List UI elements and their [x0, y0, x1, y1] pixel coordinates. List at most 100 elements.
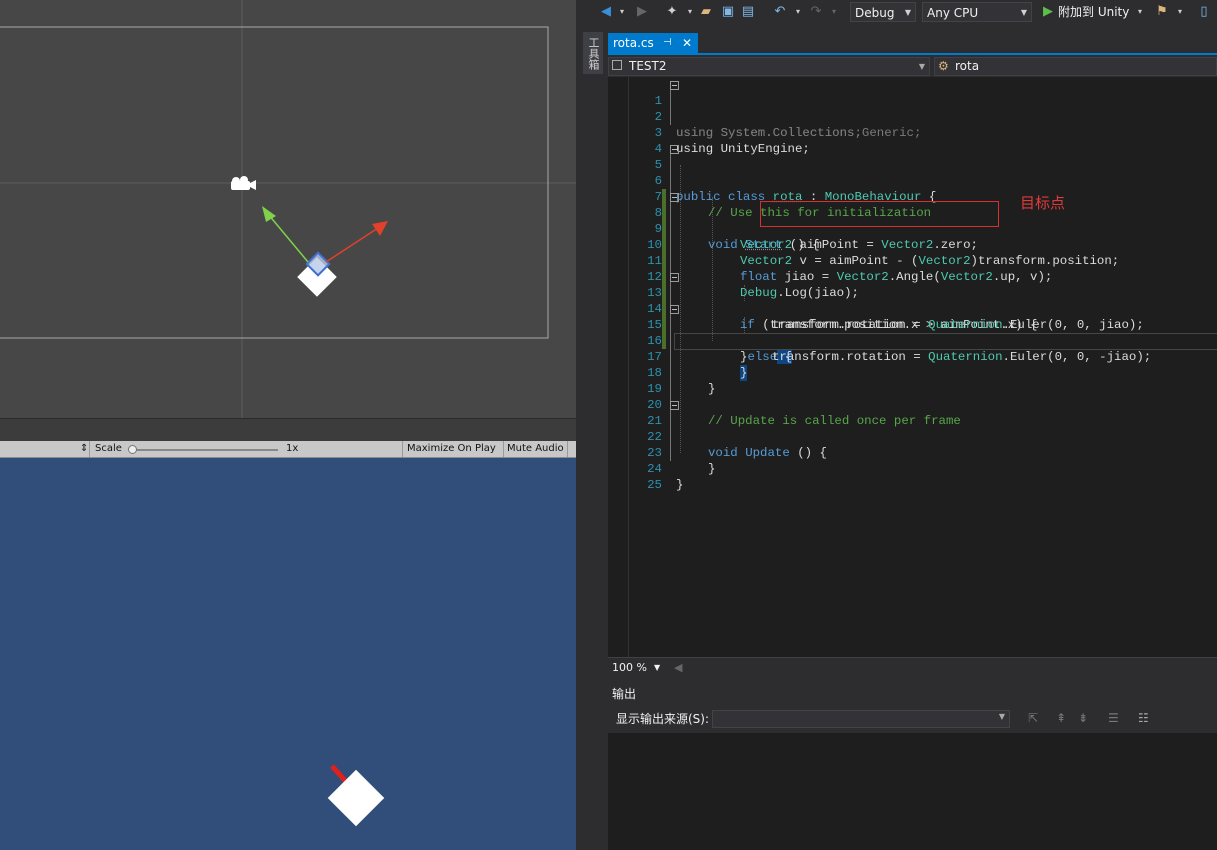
back-dropdown-icon[interactable]: ▾ [614, 4, 630, 20]
code-line: 3 using UnityEngine; [608, 109, 810, 156]
play-icon[interactable]: ▶ [1040, 4, 1056, 20]
code-text: aimPoint = [792, 238, 882, 252]
toolbar-overflow-icon[interactable]: ▯ [1196, 4, 1212, 20]
code-text: using System.Collections.Generic; [676, 126, 922, 140]
word-wrap-icon[interactable]: ☷ [1138, 711, 1149, 725]
toolbox-tab[interactable]: 工具箱 [583, 32, 603, 74]
code-line: 25 [608, 461, 662, 492]
code-text: v = aimPoint - ( [792, 254, 919, 268]
scale-slider-handle[interactable] [128, 445, 137, 454]
mute-audio-toggle[interactable]: Mute Audio [507, 441, 564, 457]
save-icon[interactable]: ▣ [720, 4, 736, 20]
navigation-bar: TEST2 ▼ ⚙ rota [608, 55, 1217, 78]
visual-studio-window: ◀ ▾ ▶ ✦ ▾ ▰ ▣ ▤ ↶ ▾ ↷ ▾ Debug ▼ Any CPU … [576, 0, 1217, 850]
code-line: 1 using System.Collections; [608, 77, 862, 140]
clear-all-icon[interactable]: ☰ [1108, 711, 1119, 725]
chevron-down-icon: ▼ [1020, 8, 1027, 17]
code-line: 21 void Update () { [608, 397, 827, 460]
code-line: 10 Vector2 v = aimPoint - (Vector2)trans… [608, 221, 1119, 268]
project-dropdown[interactable]: TEST2 ▼ [608, 57, 930, 76]
side-tool-strip [576, 26, 607, 850]
project-value: TEST2 [629, 59, 667, 73]
new-item-icon[interactable]: ✦ [664, 4, 680, 20]
chevron-down-icon: ▼ [918, 62, 925, 71]
output-text-area[interactable] [608, 733, 1217, 850]
class-value: rota [955, 59, 980, 73]
code-line: 17 } [608, 333, 748, 381]
code-line: 20 // Update is called once per frame [608, 381, 961, 428]
class-dropdown[interactable]: ⚙ rota [934, 57, 1217, 76]
go-to-message-icon[interactable]: ⇱ [1028, 711, 1038, 725]
save-all-icon[interactable]: ▤ [740, 4, 756, 20]
line-number: 25 [647, 478, 662, 492]
collapse-icon[interactable] [670, 401, 679, 410]
aspect-dropdown-arrow-icon[interactable]: ⇕ [80, 441, 88, 457]
output-source-dropdown[interactable]: ▼ [712, 710, 1010, 728]
code-keyword: public class [676, 190, 773, 204]
output-title: 输出 [612, 687, 637, 701]
collapse-icon[interactable] [670, 145, 679, 154]
indent-guide [680, 165, 681, 453]
browse-dropdown-icon[interactable]: ▾ [1172, 4, 1188, 20]
pin-icon[interactable]: ⊣ [663, 33, 672, 53]
next-message-icon[interactable]: ⇟ [1078, 711, 1088, 725]
maximize-on-play-toggle[interactable]: Maximize On Play [407, 441, 496, 457]
collapse-icon[interactable] [670, 81, 679, 90]
vs-toolbar: ◀ ▾ ▶ ✦ ▾ ▰ ▣ ▤ ↶ ▾ ↷ ▾ Debug ▼ Any CPU … [576, 0, 1217, 26]
collapse-icon[interactable] [670, 193, 679, 202]
scene-canvas [0, 0, 576, 418]
code-line: 16 transform.rotation = Quaternion.Euler… [608, 317, 1151, 364]
solution-platform-dropdown[interactable]: Any CPU ▼ [922, 2, 1032, 22]
code-line: 15 }else { [608, 301, 793, 364]
code-line: 7 // Use this for initialization [608, 173, 932, 220]
new-dropdown-icon[interactable]: ▾ [682, 4, 698, 20]
gizmo-x-arrow-icon [372, 221, 388, 236]
code-comment: // Update is called once per frame [708, 414, 961, 428]
code-line: 19 [608, 365, 662, 396]
zoom-level-dropdown[interactable]: 100 % [612, 658, 647, 678]
navigate-back-icon[interactable]: ◀ [598, 4, 614, 20]
gizmo-y-axis [267, 213, 309, 263]
code-line: 4 [608, 125, 662, 156]
document-tab-label: rota.cs [613, 36, 654, 50]
code-line: 23 } [608, 429, 715, 476]
collapse-icon[interactable] [670, 305, 679, 314]
chevron-down-icon[interactable]: ▼ [654, 658, 660, 678]
code-line: 2 using System.Collections.Generic; [608, 93, 922, 140]
scale-slider-track[interactable] [130, 449, 278, 451]
code-line: 11 float jiao = Vector2.Angle(Vector2.up… [608, 237, 1052, 284]
browse-icon[interactable]: ⚑ [1154, 4, 1170, 20]
undo-icon[interactable]: ↶ [772, 4, 788, 20]
unity-game-view[interactable] [0, 458, 576, 850]
code-type: Vector2 [836, 270, 889, 284]
collapse-icon[interactable] [670, 273, 679, 282]
redo-dropdown-icon[interactable]: ▾ [826, 4, 842, 20]
navigate-forward-icon[interactable]: ▶ [634, 4, 650, 20]
camera-gizmo-icon [231, 176, 256, 190]
code-text: .up, v); [992, 270, 1053, 284]
open-folder-icon[interactable]: ▰ [698, 4, 714, 20]
document-tab-rota[interactable]: rota.cs ⊣ ✕ [608, 33, 698, 53]
project-icon [612, 60, 622, 70]
redo-icon[interactable]: ↷ [808, 4, 824, 20]
code-type: Debug [740, 286, 778, 300]
attach-to-unity-button[interactable]: 附加到 Unity [1058, 4, 1129, 20]
close-icon[interactable]: ✕ [682, 33, 692, 53]
code-line: 13 if (transform.position.x > aimPoint.x… [608, 269, 1037, 332]
code-method: Update [745, 446, 790, 460]
scale-value: 1x [286, 443, 299, 454]
code-line: 14 transform.rotation = Quaternion.Euler… [608, 285, 1144, 332]
scroll-left-icon[interactable]: ◀ [674, 658, 682, 678]
attach-dropdown-icon[interactable]: ▾ [1132, 4, 1148, 20]
current-line-highlight [674, 333, 1217, 350]
code-editor[interactable]: 1 using System.Collections; 2 using Syst… [608, 77, 1217, 657]
previous-message-icon[interactable]: ⇞ [1056, 711, 1066, 725]
code-type: Quaternion [928, 350, 1003, 364]
solution-config-dropdown[interactable]: Debug ▼ [850, 2, 916, 22]
code-text: .Log(jiao); [777, 286, 859, 300]
code-text: jiao = [777, 270, 837, 284]
unity-scene-view[interactable] [0, 0, 576, 418]
undo-dropdown-icon[interactable]: ▾ [790, 4, 806, 20]
code-text: () { [789, 446, 827, 460]
code-type: Vector2 [881, 238, 934, 252]
